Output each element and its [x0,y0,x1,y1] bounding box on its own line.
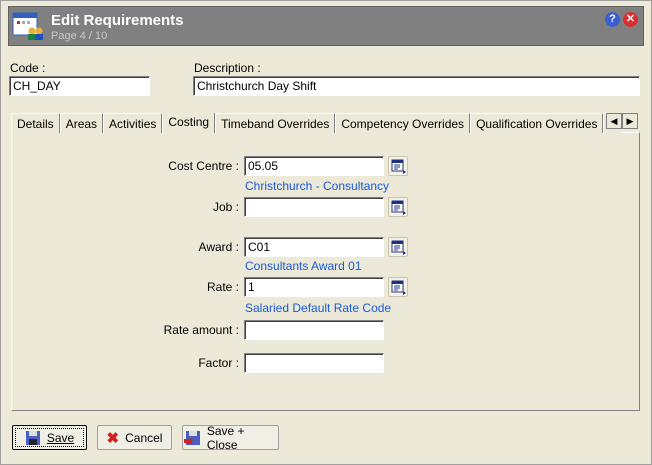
floppy-disk-arrow-icon [184,430,200,445]
factor-input[interactable] [244,353,384,373]
code-input[interactable]: CH_DAY [9,76,150,96]
tab-competency-overrides[interactable]: Competency Overrides [335,113,471,133]
lookup-icon [391,240,406,255]
rate-input[interactable]: 1 [244,277,384,297]
tab-costing[interactable]: Costing [162,113,216,133]
award-input[interactable]: C01 [244,237,384,257]
tab-areas[interactable]: Areas [59,113,104,133]
lookup-icon [391,159,406,174]
cancel-x-icon: ✖ [106,429,120,447]
job-label: Job : [212,200,239,214]
floppy-disk-icon [25,430,40,445]
rate-lookup-button[interactable] [388,277,408,297]
award-description: Consultants Award 01 [245,259,362,273]
cancel-button[interactable]: ✖ Cancel [97,425,172,450]
rate-label: Rate : [206,280,239,294]
description-input[interactable]: Christchurch Day Shift [193,76,640,96]
cost-centre-description: Christchurch - Consultancy [245,179,390,193]
tab-scroll-right-icon[interactable]: ▶ [622,113,638,129]
cost-centre-lookup-button[interactable] [388,156,408,176]
tab-qualification-overrides[interactable]: Qualification Overrides [470,113,604,133]
tab-activities[interactable]: Activities [103,113,163,133]
header-bar: Edit Requirements Page 4 / 10 ? ✕ [8,6,644,46]
calendar-people-icon [12,12,43,40]
tab-timeband-overrides[interactable]: Timeband Overrides [215,113,336,133]
dialog-title: Edit Requirements [51,12,184,29]
award-label: Award : [198,240,239,254]
save-button[interactable]: Save [12,425,87,450]
tab-strip: Details Areas Activities Costing Timeban… [11,113,621,133]
job-input[interactable] [244,197,384,217]
lookup-icon [391,280,406,295]
rate-amount-input[interactable] [244,320,384,340]
rate-description: Salaried Default Rate Code [245,301,392,315]
save-label: Save [46,430,75,445]
cost-centre-label: Cost Centre : [168,159,239,173]
award-lookup-button[interactable] [388,237,408,257]
tab-scroll-left-icon[interactable]: ◀ [606,113,622,129]
description-label: Description : [194,61,261,75]
save-close-button[interactable]: Save + Close [182,423,279,452]
help-icon[interactable]: ? [605,12,620,27]
factor-label: Factor : [198,356,239,370]
job-lookup-button[interactable] [388,197,408,217]
lookup-icon [391,200,406,215]
rate-amount-label: Rate amount : [163,323,239,337]
cancel-label: Cancel [125,430,163,445]
tab-details[interactable]: Details [11,113,60,133]
page-indicator: Page 4 / 10 [51,30,108,42]
cost-centre-input[interactable]: 05.05 [244,156,384,176]
save-close-label: Save + Close [206,423,245,452]
code-label: Code : [10,61,46,75]
close-icon[interactable]: ✕ [623,12,638,27]
